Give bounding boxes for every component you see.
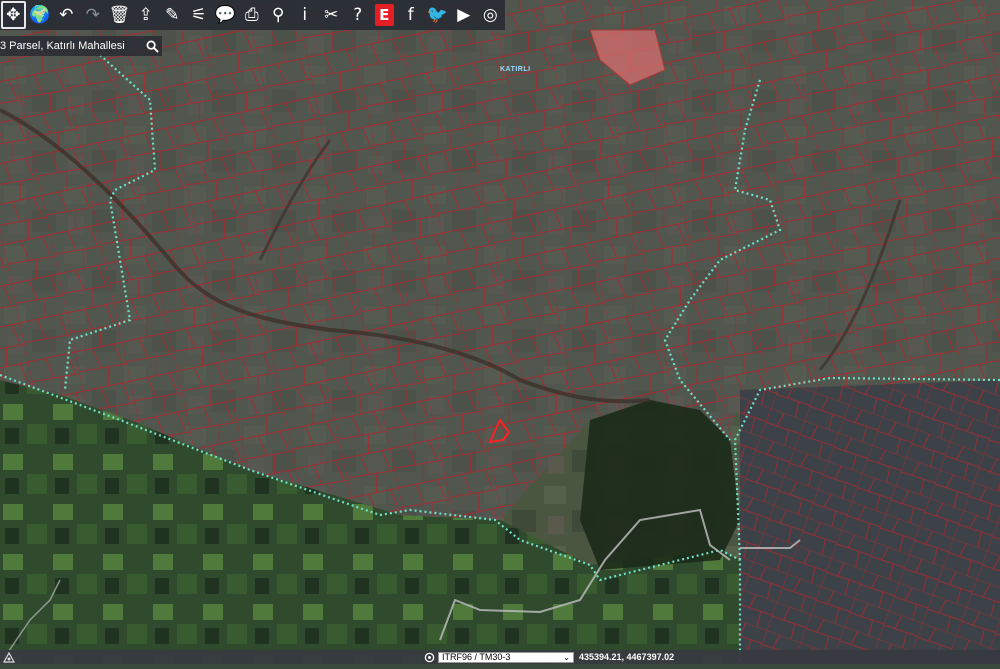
facebook-button[interactable]: f bbox=[398, 0, 425, 30]
globe-icon: 🌍 bbox=[29, 5, 51, 25]
place-label: KATIRLI bbox=[500, 66, 531, 73]
clear-button[interactable]: 🗑 bbox=[106, 0, 133, 30]
speech-bubble-icon: 💬 bbox=[214, 5, 236, 25]
e-logo-icon: E bbox=[374, 4, 394, 26]
map-pin-icon: ⚲ bbox=[272, 5, 285, 25]
crs-control: ITRF96 / TM30-3 ⌄ bbox=[424, 650, 574, 664]
instagram-icon: ◎ bbox=[482, 5, 498, 25]
help-button[interactable]: ? bbox=[345, 0, 372, 30]
pencil-icon: ✎ bbox=[165, 5, 180, 25]
layers-icon[interactable] bbox=[2, 651, 16, 663]
tools-button[interactable]: ✂ bbox=[318, 0, 345, 30]
facebook-icon: f bbox=[407, 5, 414, 25]
basemap-button[interactable]: 🌍 bbox=[27, 0, 54, 30]
undo-icon: ↶ bbox=[59, 5, 74, 25]
feedback-button[interactable]: 💬 bbox=[212, 0, 239, 30]
crosshair-icon[interactable] bbox=[424, 652, 435, 663]
search-input[interactable]: 3 Parsel, Katırlı Mahallesi bbox=[0, 40, 142, 52]
move-arrows-icon: ✥ bbox=[6, 5, 21, 25]
location-button[interactable]: ⚲ bbox=[265, 0, 292, 30]
search-icon[interactable] bbox=[142, 36, 162, 56]
search-box[interactable]: 3 Parsel, Katırlı Mahallesi bbox=[0, 36, 162, 56]
measure-icon: ⚟ bbox=[191, 5, 207, 25]
share-icon: ⇪ bbox=[138, 5, 153, 25]
question-icon: ? bbox=[353, 5, 363, 25]
redo-button[interactable]: ↷ bbox=[80, 0, 107, 30]
twitter-icon: 🐦 bbox=[426, 5, 448, 25]
youtube-icon: ▶ bbox=[457, 5, 471, 25]
info-icon: i bbox=[302, 5, 308, 25]
crs-select[interactable]: ITRF96 / TM30-3 ⌄ bbox=[438, 651, 574, 663]
redo-icon: ↷ bbox=[85, 5, 100, 25]
undo-button[interactable]: ↶ bbox=[53, 0, 80, 30]
chevron-down-icon: ⌄ bbox=[563, 652, 570, 662]
status-bar: ITRF96 / TM30-3 ⌄ 435394.21, 4467397.02 bbox=[0, 650, 1000, 664]
map-canvas[interactable] bbox=[0, 0, 1000, 664]
measure-button[interactable]: ⚟ bbox=[186, 0, 213, 30]
instagram-button[interactable]: ◎ bbox=[477, 0, 504, 30]
twitter-button[interactable]: 🐦 bbox=[424, 0, 451, 30]
youtube-button[interactable]: ▶ bbox=[451, 0, 478, 30]
share-button[interactable]: ⇪ bbox=[133, 0, 160, 30]
coordinate-readout: 435394.21, 4467397.02 bbox=[579, 652, 675, 662]
info-button[interactable]: i bbox=[292, 0, 319, 30]
pan-button[interactable]: ✥ bbox=[0, 0, 27, 30]
trash-icon: 🗑 bbox=[108, 5, 131, 25]
edevlet-button[interactable]: E bbox=[371, 0, 398, 30]
print-button[interactable]: ⎙ bbox=[239, 0, 266, 30]
toolbar: ✥ 🌍 ↶ ↷ 🗑 ⇪ ✎ ⚟ 💬 ⎙ ⚲ i ✂? Ef 🐦 ▶ ◎ bbox=[0, 0, 505, 30]
tools-icon: ✂ bbox=[324, 5, 339, 25]
draw-button[interactable]: ✎ bbox=[159, 0, 186, 30]
printer-icon: ⎙ bbox=[244, 5, 259, 25]
